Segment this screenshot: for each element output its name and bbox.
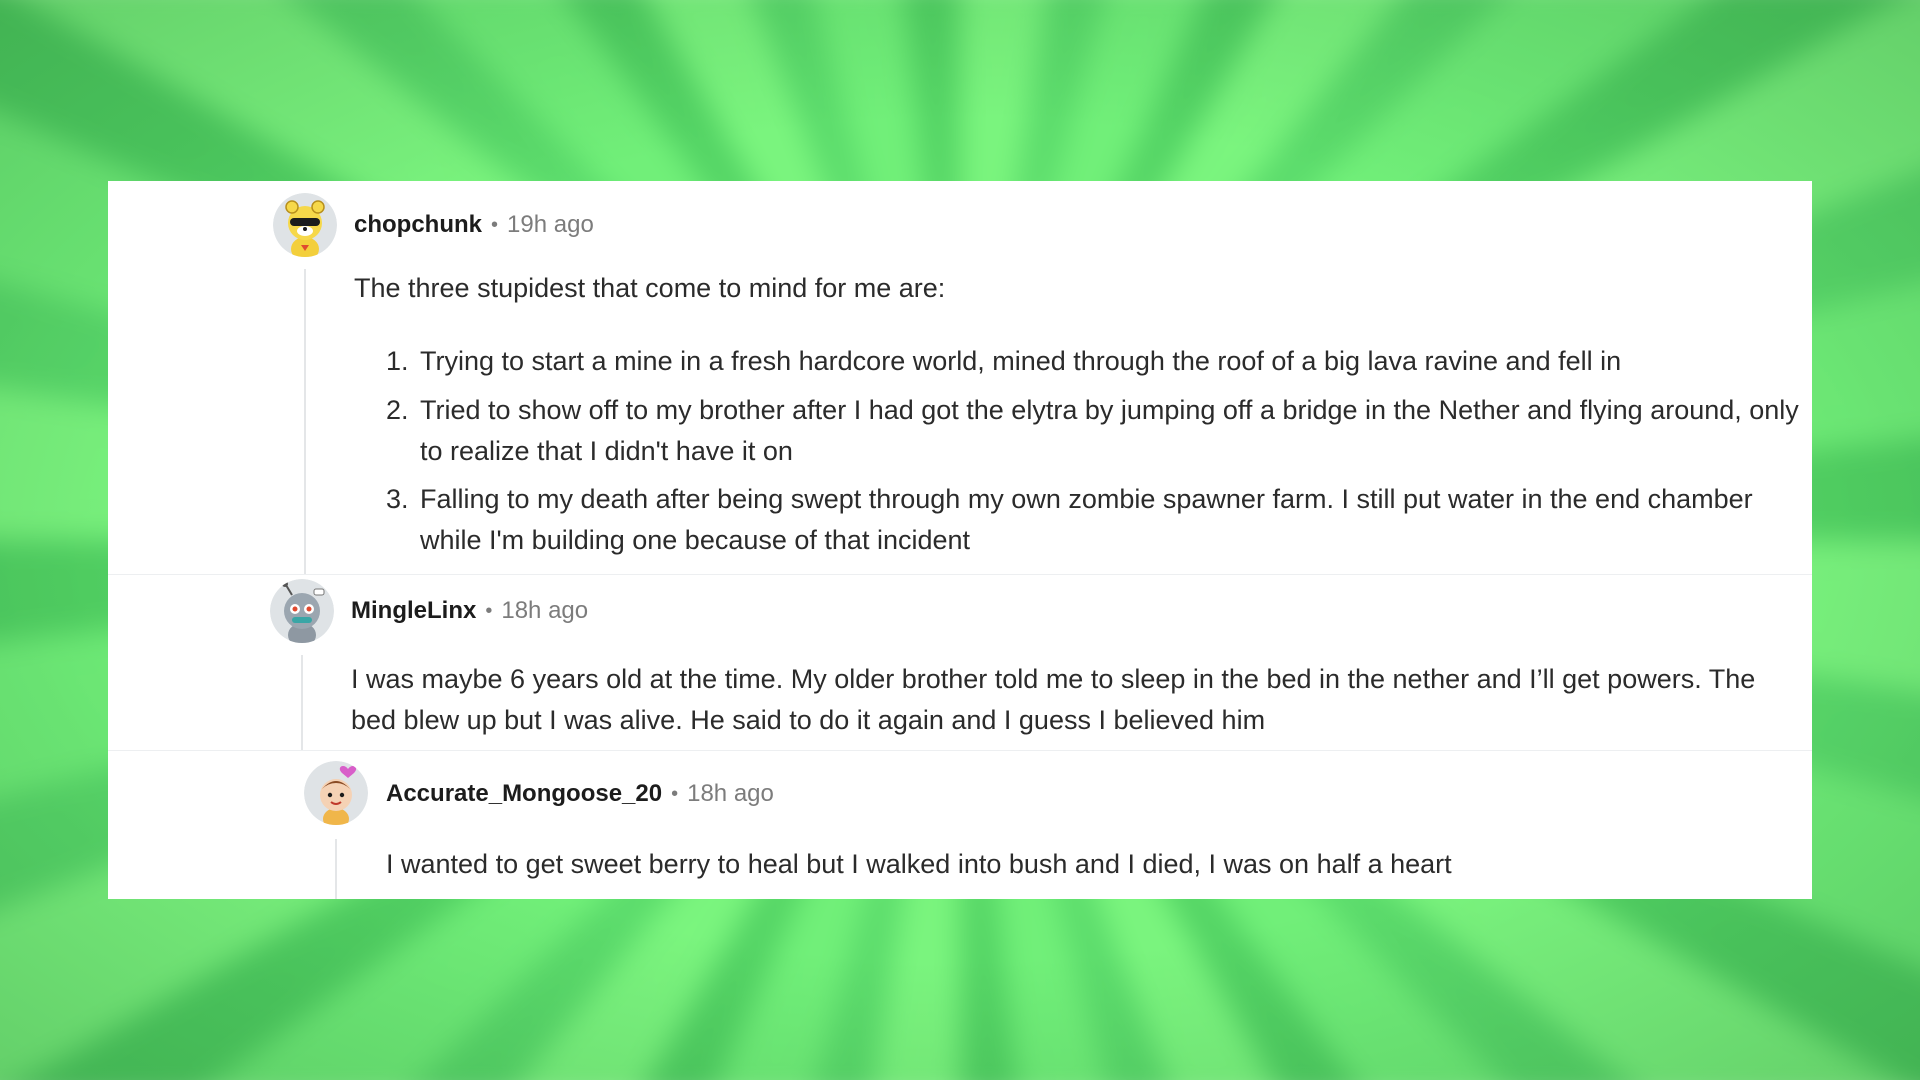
robot-snoo-avatar-icon[interactable] bbox=[270, 579, 334, 643]
meta-separator: • bbox=[671, 782, 679, 805]
comment-accurate-mongoose: Accurate_Mongoose_20 • 18h ago I wanted … bbox=[108, 751, 1812, 899]
list-item: 1. Trying to start a mine in a fresh har… bbox=[386, 341, 1806, 382]
comment-chopchunk: chopchunk • 19h ago The three stupidest … bbox=[108, 181, 1812, 574]
comment-timestamp[interactable]: 19h ago bbox=[507, 211, 594, 239]
username-link[interactable]: chopchunk bbox=[354, 211, 482, 239]
comments-card: chopchunk • 19h ago The three stupidest … bbox=[108, 181, 1812, 899]
comment-meta: chopchunk • 19h ago bbox=[354, 209, 594, 241]
list-item: 3. Falling to my death after being swept… bbox=[386, 479, 1806, 561]
heart-snoo-avatar-icon[interactable] bbox=[304, 761, 368, 825]
comment-text: The three stupidest that come to mind fo… bbox=[354, 273, 946, 303]
comment-minglelinx: MingleLinx • 18h ago I was maybe 6 years… bbox=[108, 575, 1812, 750]
comment-timestamp[interactable]: 18h ago bbox=[501, 597, 588, 625]
comment-timestamp[interactable]: 18h ago bbox=[687, 780, 774, 808]
list-text: Falling to my death after being swept th… bbox=[420, 484, 1753, 555]
comment-text: I was maybe 6 years old at the time. My … bbox=[351, 664, 1756, 735]
list-text: Trying to start a mine in a fresh hardco… bbox=[420, 346, 1622, 376]
meta-separator: • bbox=[485, 599, 493, 622]
comment-meta: Accurate_Mongoose_20 • 18h ago bbox=[386, 778, 774, 810]
list-item: 2. Tried to show off to my brother after… bbox=[386, 390, 1806, 472]
yellow-bear-snoo-avatar-icon[interactable] bbox=[273, 193, 337, 257]
thread-line[interactable] bbox=[301, 655, 303, 750]
meta-separator: • bbox=[491, 213, 499, 236]
list-text: Tried to show off to my brother after I … bbox=[420, 395, 1799, 466]
username-link[interactable]: MingleLinx bbox=[351, 597, 476, 625]
thread-line[interactable] bbox=[335, 839, 337, 899]
thread-line[interactable] bbox=[304, 269, 306, 574]
comment-meta: MingleLinx • 18h ago bbox=[351, 595, 588, 627]
list-number: 2. bbox=[386, 395, 409, 425]
username-link[interactable]: Accurate_Mongoose_20 bbox=[386, 780, 662, 808]
comment-text: I wanted to get sweet berry to heal but … bbox=[386, 849, 1452, 879]
list-number: 1. bbox=[386, 346, 409, 376]
list-number: 3. bbox=[386, 484, 409, 514]
